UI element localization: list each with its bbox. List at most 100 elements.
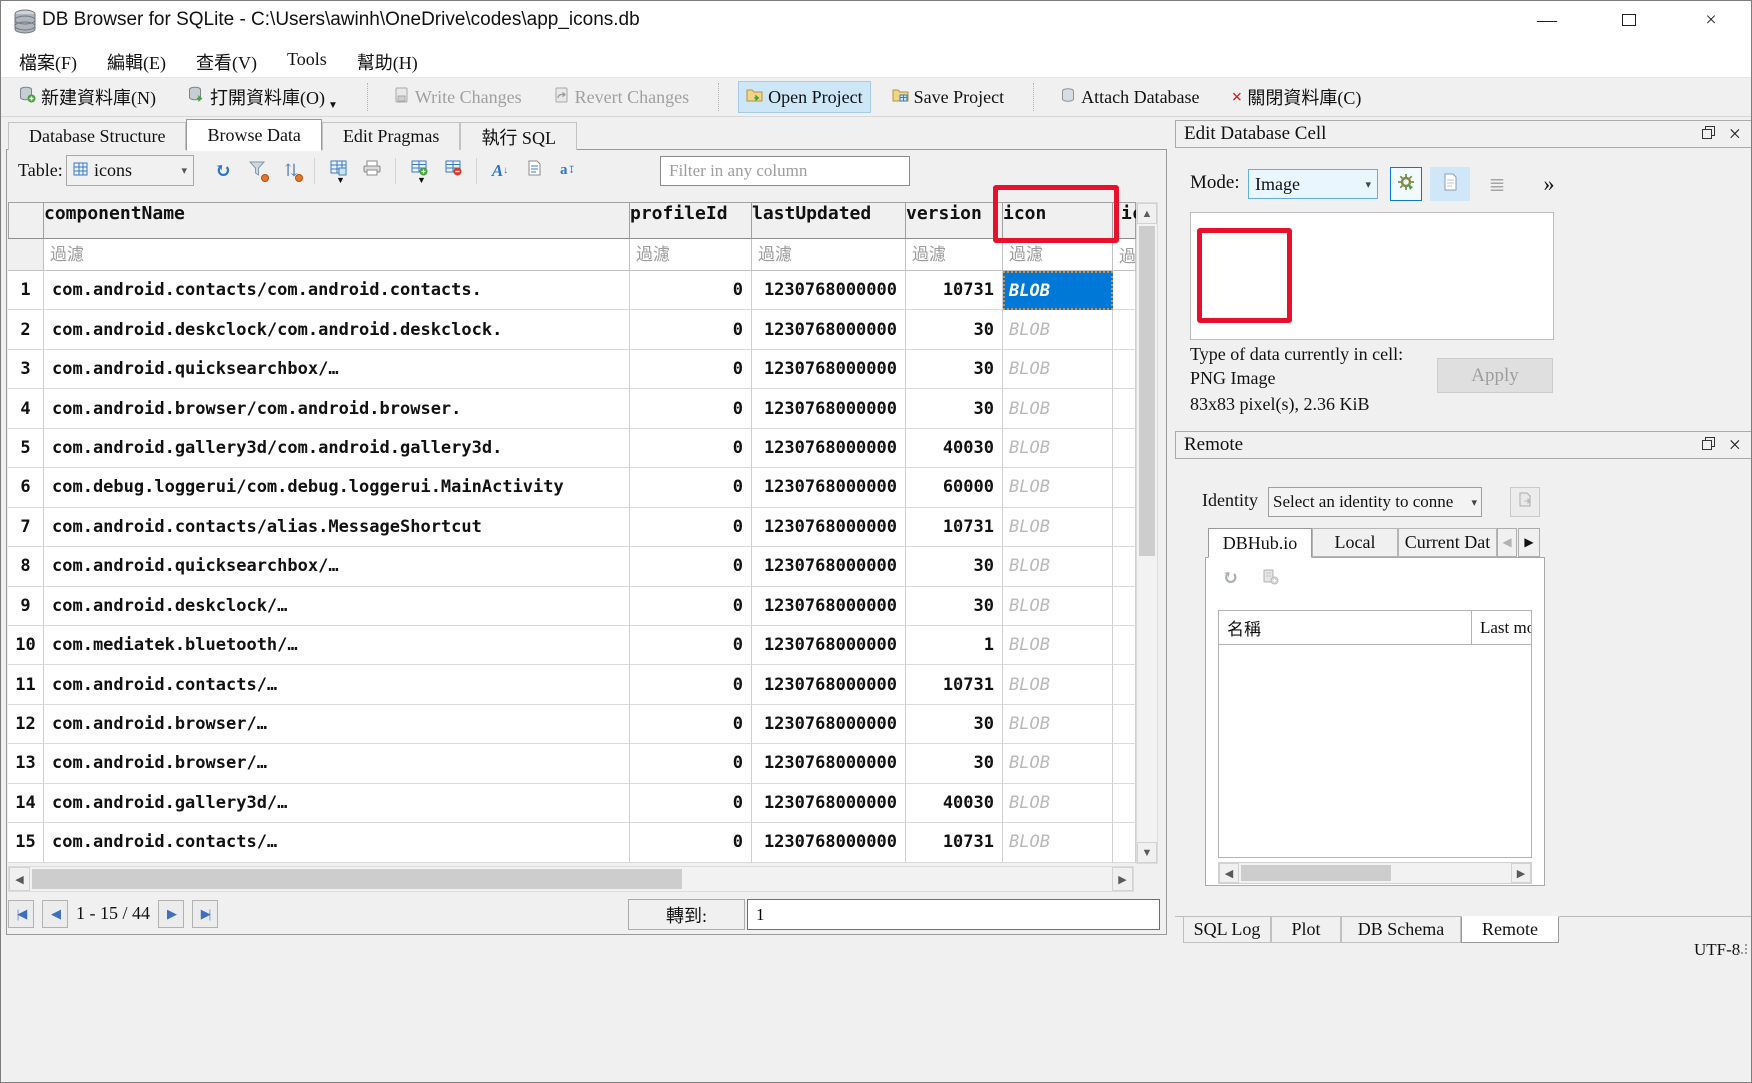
cell-componentName[interactable]: com.android.contacts/…	[44, 665, 630, 704]
open-database-button[interactable]: 打開資料庫(O) ▼	[181, 81, 345, 113]
open-database-dropdown-icon[interactable]: ▼	[328, 100, 338, 111]
new-database-button[interactable]: 新建資料庫(N)	[12, 81, 163, 113]
cell-componentName[interactable]: com.android.quicksearchbox/…	[44, 350, 630, 389]
edit-cell-button[interactable]: a↧	[551, 155, 585, 186]
cell-lastUpdated[interactable]: 1230768000000	[752, 350, 906, 389]
cell-partial[interactable]	[1113, 784, 1136, 823]
cell-profileId[interactable]: 0	[630, 665, 752, 704]
resize-grip-icon[interactable]	[1737, 952, 1749, 964]
cell-version[interactable]: 10731	[906, 271, 1003, 310]
cell-version[interactable]: 30	[906, 705, 1003, 744]
cell-profileId[interactable]: 0	[630, 468, 752, 507]
cell-icon[interactable]: BLOB	[1003, 389, 1113, 428]
text-view-button[interactable]	[1430, 167, 1470, 201]
mode-selector[interactable]: Image ▾	[1248, 169, 1378, 199]
dock-tab-remote[interactable]: Remote	[1461, 916, 1559, 943]
horizontal-scrollbar[interactable]: ◀ ▶	[8, 866, 1134, 892]
cell-icon[interactable]: BLOB	[1003, 547, 1113, 586]
cell-version[interactable]: 30	[906, 587, 1003, 626]
sort-az-button[interactable]: A↓	[483, 155, 517, 186]
scroll-left-icon[interactable]: ◀	[9, 867, 30, 891]
first-record-button[interactable]: |◀	[8, 900, 34, 928]
remote-tab-dbhub[interactable]: DBHub.io	[1208, 528, 1312, 558]
filter-partial[interactable]: 過濾	[1113, 239, 1136, 271]
remote-name-header[interactable]: 名稱	[1219, 611, 1471, 644]
overflow-chevron-icon[interactable]: »	[1532, 167, 1566, 201]
cell-lastUpdated[interactable]: 1230768000000	[752, 744, 906, 783]
cell-icon[interactable]: BLOB	[1003, 310, 1113, 349]
scroll-right-icon[interactable]: ▶	[1112, 867, 1133, 891]
scroll-right-icon[interactable]: ▶	[1511, 863, 1531, 883]
next-record-button[interactable]: ▶	[158, 900, 184, 928]
cell-image-preview[interactable]	[1190, 212, 1554, 340]
cell-version[interactable]: 40030	[906, 429, 1003, 468]
cell-version[interactable]: 30	[906, 350, 1003, 389]
remote-file-table[interactable]: 名稱 Last mo	[1218, 610, 1532, 858]
cell-version[interactable]: 30	[906, 310, 1003, 349]
cell-version[interactable]: 1	[906, 626, 1003, 665]
tab-execute-sql[interactable]: 執行 SQL	[460, 122, 577, 150]
header-partial[interactable]: ic	[1113, 202, 1136, 239]
menu-view[interactable]: 查看(V)	[181, 44, 272, 80]
tab-edit-pragmas[interactable]: Edit Pragmas	[322, 122, 461, 150]
cell-version[interactable]: 30	[906, 744, 1003, 783]
header-version[interactable]: version	[906, 202, 1003, 239]
table-selector[interactable]: icons ▾	[66, 155, 194, 186]
maximize-button[interactable]	[1588, 0, 1670, 40]
filter-componentName[interactable]	[44, 239, 630, 271]
dock-tab-sql-log[interactable]: SQL Log	[1183, 916, 1271, 943]
cell-profileId[interactable]: 0	[630, 389, 752, 428]
menu-file[interactable]: 檔案(F)	[4, 44, 92, 80]
cell-componentName[interactable]: com.android.deskclock/com.android.deskcl…	[44, 310, 630, 349]
remote-tab-current[interactable]: Current Dat	[1398, 528, 1497, 557]
goto-button[interactable]: 轉到:	[628, 899, 745, 930]
cell-icon[interactable]: BLOB	[1003, 784, 1113, 823]
dropdown-icon[interactable]: ▼	[417, 175, 426, 185]
cell-icon[interactable]: BLOB	[1003, 350, 1113, 389]
cell-lastUpdated[interactable]: 1230768000000	[752, 587, 906, 626]
clear-filters-button[interactable]	[240, 155, 274, 186]
cell-partial[interactable]	[1113, 705, 1136, 744]
cell-icon[interactable]: BLOB	[1003, 705, 1113, 744]
cell-profileId[interactable]: 0	[630, 547, 752, 586]
close-database-button[interactable]: × 關閉資料庫(C)	[1225, 81, 1369, 113]
cell-profileId[interactable]: 0	[630, 350, 752, 389]
tab-scroll-right-icon[interactable]: ▶	[1518, 528, 1540, 557]
tab-browse-data[interactable]: Browse Data	[186, 119, 321, 151]
cell-lastUpdated[interactable]: 1230768000000	[752, 705, 906, 744]
horizontal-scroll-thumb[interactable]	[32, 869, 682, 889]
attach-database-button[interactable]: Attach Database	[1053, 81, 1206, 113]
cell-partial[interactable]	[1113, 665, 1136, 704]
cell-profileId[interactable]: 0	[630, 310, 752, 349]
cell-partial[interactable]	[1113, 744, 1136, 783]
filter-any-column-input[interactable]	[660, 156, 910, 186]
cell-icon[interactable]: BLOB	[1003, 823, 1113, 862]
cell-partial[interactable]	[1113, 508, 1136, 547]
cell-version[interactable]: 40030	[906, 784, 1003, 823]
remote-scroll-thumb[interactable]	[1241, 865, 1391, 881]
cell-lastUpdated[interactable]: 1230768000000	[752, 389, 906, 428]
cell-partial[interactable]	[1113, 429, 1136, 468]
cell-lastUpdated[interactable]: 1230768000000	[752, 784, 906, 823]
remote-horizontal-scrollbar[interactable]: ◀ ▶	[1218, 862, 1532, 884]
cell-partial[interactable]	[1113, 350, 1136, 389]
cell-componentName[interactable]: com.android.gallery3d/com.android.galler…	[44, 429, 630, 468]
cell-lastUpdated[interactable]: 1230768000000	[752, 665, 906, 704]
cell-icon[interactable]: BLOB	[1003, 744, 1113, 783]
cell-lastUpdated[interactable]: 1230768000000	[752, 310, 906, 349]
menu-edit[interactable]: 編輯(E)	[92, 44, 181, 80]
cell-version[interactable]: 10731	[906, 665, 1003, 704]
scroll-left-icon[interactable]: ◀	[1219, 863, 1239, 883]
open-project-button[interactable]: Open Project	[738, 81, 870, 113]
scroll-up-icon[interactable]: ▲	[1137, 203, 1157, 224]
dropdown-icon[interactable]: ▼	[336, 175, 345, 185]
float-panel-icon[interactable]	[1702, 434, 1715, 456]
apply-button[interactable]: Apply	[1437, 358, 1553, 393]
header-lastUpdated[interactable]: lastUpdated	[752, 202, 906, 239]
cell-partial[interactable]	[1113, 310, 1136, 349]
cell-profileId[interactable]: 0	[630, 587, 752, 626]
cell-componentName[interactable]: com.android.deskclock/…	[44, 587, 630, 626]
menu-tools[interactable]: Tools	[272, 44, 342, 80]
cell-partial[interactable]	[1113, 547, 1136, 586]
delete-record-button[interactable]	[436, 155, 470, 186]
